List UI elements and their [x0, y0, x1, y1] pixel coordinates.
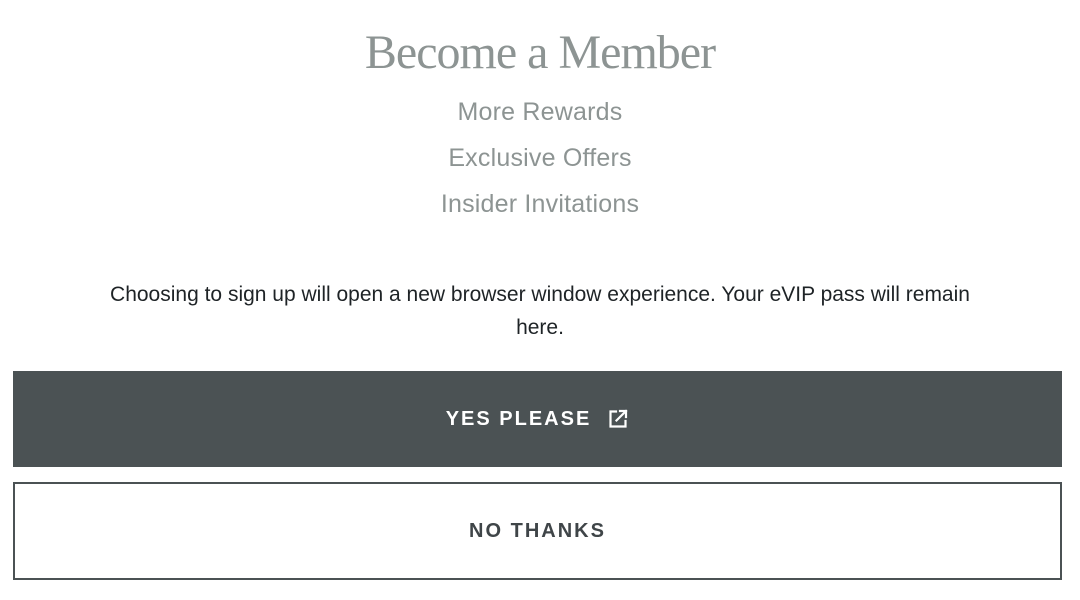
signup-notice: Choosing to sign up will open a new brow…: [110, 283, 970, 339]
modal-title: Become a Member: [364, 26, 716, 79]
benefit-item: More Rewards: [457, 98, 623, 126]
yes-please-button[interactable]: YES PLEASE: [13, 371, 1062, 467]
yes-please-label: YES PLEASE: [445, 407, 592, 430]
membership-modal: Become a Member More Rewards Exclusive O…: [0, 0, 1080, 600]
benefits-list: More Rewards Exclusive Offers Insider In…: [0, 92, 1080, 230]
benefit-item: Exclusive Offers: [448, 144, 632, 172]
no-thanks-button[interactable]: NO THANKS: [13, 482, 1062, 580]
external-link-icon: [607, 408, 629, 430]
no-thanks-label: NO THANKS: [469, 519, 606, 542]
benefit-item: Insider Invitations: [440, 190, 640, 218]
